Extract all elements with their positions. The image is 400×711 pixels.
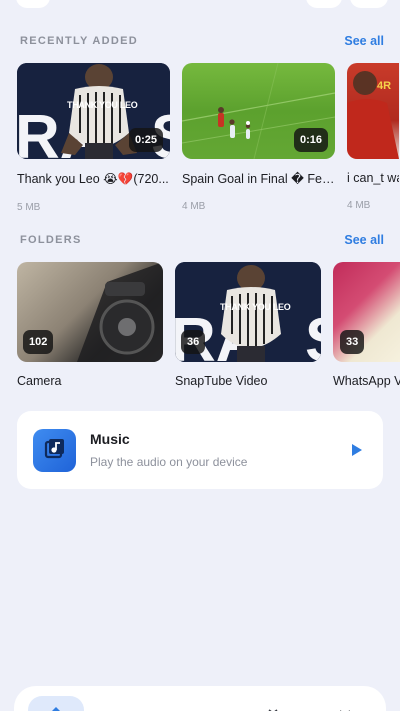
play-icon[interactable] <box>351 443 363 457</box>
music-note-icon <box>33 428 76 472</box>
home-icon[interactable] <box>41 696 71 711</box>
folder-item[interactable]: 33 WhatsApp V <box>333 262 400 388</box>
recent-item[interactable]: 4R i can_t wa 4 MB <box>347 63 399 213</box>
svg-text:4R: 4R <box>377 80 391 92</box>
duration-badge: 0:16 <box>293 128 328 152</box>
music-title: Music <box>90 431 130 447</box>
thumbnail-overlay-text: THANK YOU LEO <box>67 100 138 110</box>
top-action-button[interactable] <box>306 0 342 8</box>
recent-item[interactable]: RA S THANK YOU LEO 0:25 Thank you Leo 😭💔… <box>17 63 170 213</box>
thumbnail-overlay-text: THANK YOU LEO <box>220 302 291 312</box>
folders-section-title: FOLDERS <box>20 234 82 246</box>
bottom-navigation <box>14 686 386 711</box>
music-icon[interactable] <box>186 696 216 711</box>
video-icon[interactable] <box>112 696 142 711</box>
folders-see-all-link[interactable]: See all <box>344 233 384 247</box>
folder-count-badge: 102 <box>23 330 54 354</box>
video-thumbnail: 4R <box>347 63 399 159</box>
folder-count-badge: 36 <box>181 330 206 354</box>
video-title: i can_t wa <box>347 171 399 185</box>
video-thumbnail: RA S THANK YOU LEO 0:25 <box>17 63 170 159</box>
folder-thumbnail: 33 <box>333 262 400 362</box>
music-subtitle: Play the audio on your device <box>90 455 248 469</box>
folder-thumbnail: RA S THANK YOU LEO 36 <box>175 262 321 362</box>
folder-count-badge: 33 <box>340 330 365 354</box>
video-size: 4 MB <box>347 200 371 211</box>
folder-item[interactable]: RA S THANK YOU LEO 36 SnapTube Video <box>175 262 321 388</box>
top-menu-button[interactable] <box>350 0 388 8</box>
recent-item[interactable]: 0:16 Spain Goal in Final � Fer... 4 MB <box>182 63 335 213</box>
svg-text:S: S <box>305 306 321 362</box>
recent-section-header: RECENTLY ADDED See all <box>20 34 384 48</box>
folder-item[interactable]: 102 Camera <box>17 262 163 388</box>
red-thumbnail-art: 4R <box>347 71 399 159</box>
recent-see-all-link[interactable]: See all <box>344 34 384 48</box>
folder-name: SnapTube Video <box>175 374 268 388</box>
more-icon[interactable] <box>330 696 360 711</box>
duration-badge: 0:25 <box>128 128 163 152</box>
folders-section-header: FOLDERS See all <box>20 233 384 247</box>
video-title: Thank you Leo 😭💔(720... <box>17 172 169 186</box>
top-left-button[interactable] <box>16 0 50 8</box>
folders-list: 102 Camera RA S THANK YOU LEO 36 SnapTub… <box>17 262 400 388</box>
recent-list: RA S THANK YOU LEO 0:25 Thank you Leo 😭💔… <box>17 63 399 213</box>
folder-thumbnail: 102 <box>17 262 163 362</box>
music-card[interactable]: Music Play the audio on your device <box>17 411 383 489</box>
video-thumbnail: 0:16 <box>182 63 335 159</box>
tv-icon[interactable] <box>258 696 288 711</box>
recent-section-title: RECENTLY ADDED <box>20 35 139 47</box>
folder-name: Camera <box>17 374 62 388</box>
music-texts: Music Play the audio on your device <box>90 431 351 469</box>
video-size: 5 MB <box>17 202 41 213</box>
video-title: Spain Goal in Final � Fer... <box>182 172 335 186</box>
video-size: 4 MB <box>182 201 206 212</box>
folder-name: WhatsApp V <box>333 374 400 388</box>
